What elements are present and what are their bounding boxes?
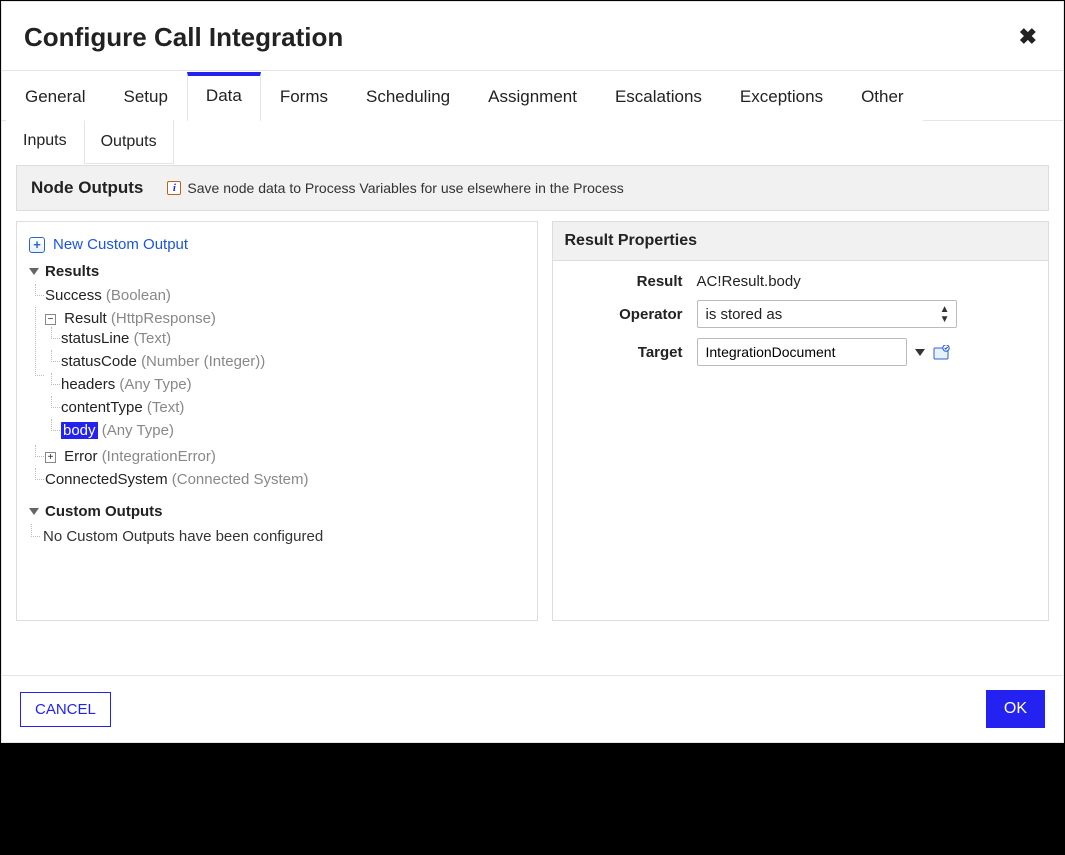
- secondary-tabs: Inputs Outputs: [2, 121, 1063, 165]
- result-properties-title: Result Properties: [553, 222, 1049, 261]
- chevron-down-icon[interactable]: [915, 349, 925, 356]
- tab-setup[interactable]: Setup: [104, 72, 186, 121]
- dialog-header: Configure Call Integration ✖: [2, 2, 1063, 71]
- target-input[interactable]: [697, 338, 907, 366]
- configure-call-integration-dialog: Configure Call Integration ✖ General Set…: [1, 1, 1064, 743]
- no-custom-outputs-text: No Custom Outputs have been configured: [29, 524, 525, 549]
- custom-outputs-label: Custom Outputs: [45, 503, 163, 520]
- results-tree: Results Success (Boolean) − Result (Http…: [29, 263, 525, 549]
- tab-scheduling[interactable]: Scheduling: [347, 72, 469, 121]
- info-icon: i: [167, 181, 181, 195]
- result-value: AC!Result.body: [697, 273, 1035, 290]
- tree-node-headers[interactable]: headers (Any Type): [61, 373, 525, 396]
- tree-node-result[interactable]: − Result (HttpResponse) statusLine (Text…: [45, 307, 525, 445]
- tab-forms[interactable]: Forms: [261, 72, 347, 121]
- tab-other[interactable]: Other: [842, 72, 923, 121]
- dialog-title: Configure Call Integration: [24, 22, 343, 53]
- dialog-footer: CANCEL OK: [2, 675, 1063, 742]
- select-stepper-icon: ▲▼: [940, 305, 950, 324]
- prop-row-result: Result AC!Result.body: [567, 273, 1035, 290]
- tree-node-contenttype[interactable]: contentType (Text): [61, 396, 525, 419]
- node-outputs-header: Node Outputs i Save node data to Process…: [16, 165, 1049, 211]
- tab-escalations[interactable]: Escalations: [596, 72, 721, 121]
- prop-row-operator: Operator is stored as ▲▼: [567, 300, 1035, 328]
- plus-icon: +: [29, 237, 45, 253]
- results-group[interactable]: Results: [29, 263, 525, 280]
- operator-label: Operator: [567, 306, 697, 323]
- tree-node-statusline[interactable]: statusLine (Text): [61, 327, 525, 350]
- new-custom-output-link[interactable]: + New Custom Output: [29, 236, 525, 253]
- tab-exceptions[interactable]: Exceptions: [721, 72, 842, 121]
- section-title: Node Outputs: [31, 178, 143, 198]
- results-label: Results: [45, 263, 99, 280]
- prop-row-target: Target: [567, 338, 1035, 366]
- tab-assignment[interactable]: Assignment: [469, 72, 596, 121]
- target-label: Target: [567, 344, 697, 361]
- operator-selected-value: is stored as: [706, 306, 783, 323]
- section-hint: i Save node data to Process Variables fo…: [167, 180, 623, 196]
- tree-node-statuscode[interactable]: statusCode (Number (Integer)): [61, 350, 525, 373]
- primary-tabs: General Setup Data Forms Scheduling Assi…: [2, 71, 1063, 121]
- close-icon[interactable]: ✖: [1015, 20, 1041, 54]
- tree-node-connectedsystem[interactable]: ConnectedSystem (Connected System): [45, 468, 525, 491]
- result-label: Result: [567, 273, 697, 290]
- outputs-tree-panel: + New Custom Output Results Success (Boo…: [16, 221, 538, 621]
- custom-outputs-group[interactable]: Custom Outputs: [29, 503, 525, 520]
- tree-node-success[interactable]: Success (Boolean): [45, 284, 525, 307]
- subtab-outputs[interactable]: Outputs: [84, 120, 174, 164]
- expand-icon[interactable]: +: [45, 452, 56, 463]
- content-row: + New Custom Output Results Success (Boo…: [2, 211, 1063, 635]
- collapse-icon[interactable]: −: [45, 314, 56, 325]
- caret-down-icon: [29, 508, 39, 515]
- cancel-button[interactable]: CANCEL: [20, 692, 111, 727]
- tab-data[interactable]: Data: [187, 72, 261, 121]
- tree-node-error[interactable]: + Error (IntegrationError): [45, 445, 525, 468]
- tree-node-body[interactable]: body (Any Type): [61, 419, 525, 442]
- expression-editor-icon[interactable]: [933, 345, 951, 359]
- background-strip: [0, 744, 1065, 799]
- new-custom-output-label: New Custom Output: [53, 236, 188, 253]
- subtab-inputs[interactable]: Inputs: [6, 120, 84, 164]
- ok-button[interactable]: OK: [986, 690, 1045, 728]
- operator-select[interactable]: is stored as ▲▼: [697, 300, 957, 328]
- caret-down-icon: [29, 268, 39, 275]
- result-properties-panel: Result Properties Result AC!Result.body …: [552, 221, 1050, 621]
- tab-general[interactable]: General: [6, 72, 104, 121]
- section-hint-text: Save node data to Process Variables for …: [187, 180, 623, 196]
